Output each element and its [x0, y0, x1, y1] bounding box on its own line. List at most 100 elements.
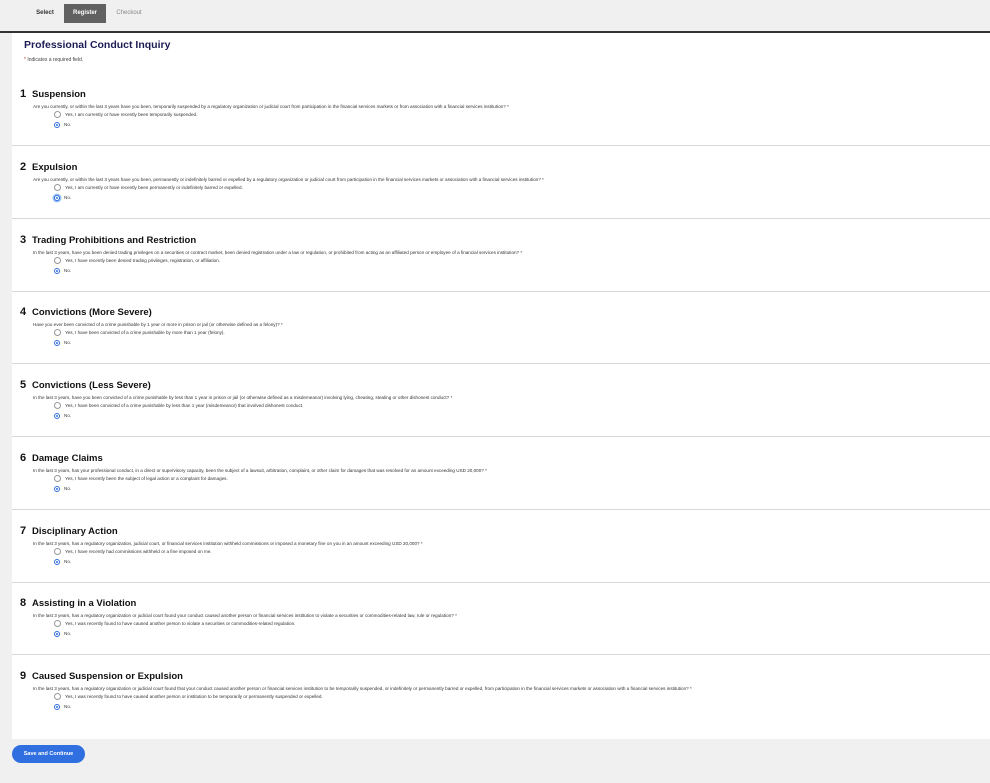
option-no[interactable]: No.: [54, 411, 71, 420]
option-yes[interactable]: Yes, I have recently had commissions wit…: [54, 547, 212, 556]
question-text: In the last 3 years, have you been denie…: [33, 250, 523, 255]
question-text: In the last 3 years, has a regulatory or…: [33, 613, 457, 618]
option-label: Yes, I am currently or have recently bee…: [65, 185, 243, 190]
option-label: Yes, I was recently found to have caused…: [65, 621, 296, 626]
required-note-text: Indicates a required field.: [25, 57, 84, 63]
option-label: No.: [64, 340, 72, 345]
radio-selected-icon[interactable]: [54, 194, 60, 201]
option-no[interactable]: No.: [54, 702, 71, 711]
section-header: 6 Damage Claims: [20, 450, 103, 464]
section-divider: [12, 582, 990, 583]
radio-unselected-icon[interactable]: [54, 184, 61, 191]
question-text: In the last 3 years, has a regulatory or…: [33, 686, 692, 691]
option-label: Yes, I have been convicted of a crime pu…: [65, 330, 225, 335]
question-text: Are you currently, or within the last 3 …: [33, 104, 509, 109]
option-yes[interactable]: Yes, I have been convicted of a crime pu…: [54, 328, 225, 337]
option-label: Yes, I have recently been denied trading…: [65, 258, 221, 263]
section-divider: [12, 654, 990, 655]
section-header: 8 Assisting in a Violation: [20, 595, 136, 609]
radio-selected-icon[interactable]: [54, 558, 60, 565]
section-divider: [12, 145, 990, 146]
option-label: No.: [64, 559, 72, 564]
section-header: 5 Convictions (Less Severe): [20, 377, 151, 391]
option-label: No.: [64, 195, 72, 200]
section-title: Convictions (More Severe): [32, 307, 152, 318]
option-yes[interactable]: Yes, I am currently or have recently bee…: [54, 183, 243, 192]
section-header: 4 Convictions (More Severe): [20, 304, 152, 318]
option-no[interactable]: No.: [54, 338, 71, 347]
section-title: Caused Suspension or Expulsion: [32, 671, 183, 682]
radio-unselected-icon[interactable]: [54, 257, 61, 264]
option-no[interactable]: No.: [54, 120, 71, 129]
section-divider: [12, 218, 990, 219]
option-no[interactable]: No.: [54, 557, 71, 566]
radio-selected-icon[interactable]: [54, 485, 60, 492]
section-number: 4: [20, 306, 27, 318]
section-number: 6: [20, 452, 27, 464]
option-label: No.: [64, 486, 72, 491]
radio-selected-icon[interactable]: [54, 412, 60, 419]
option-yes[interactable]: Yes, I have been convicted of a crime pu…: [54, 401, 303, 410]
tab-checkout: Checkout: [116, 10, 142, 16]
option-label: No.: [64, 631, 72, 636]
section-divider: [12, 436, 990, 437]
section-divider: [12, 509, 990, 510]
option-label: Yes, I have recently had commissions wit…: [65, 549, 212, 554]
radio-unselected-icon[interactable]: [54, 111, 61, 118]
question-text: In the last 3 years, has your profession…: [33, 468, 487, 473]
option-yes[interactable]: Yes, I was recently found to have caused…: [54, 692, 323, 701]
section-number: 7: [20, 525, 27, 537]
option-no[interactable]: No.: [54, 193, 71, 202]
radio-unselected-icon[interactable]: [54, 620, 61, 627]
section-header: 1 Suspension: [20, 86, 86, 100]
section-header: 7 Disciplinary Action: [20, 523, 118, 537]
radio-unselected-icon[interactable]: [54, 329, 61, 336]
section-title: Suspension: [32, 89, 86, 100]
page-title: Professional Conduct Inquiry: [24, 39, 171, 51]
option-no[interactable]: No.: [54, 629, 71, 638]
option-yes[interactable]: Yes, I have recently been denied trading…: [54, 256, 220, 265]
radio-unselected-icon[interactable]: [54, 693, 61, 700]
option-label: No.: [64, 122, 72, 127]
section-divider: [12, 363, 990, 364]
radio-unselected-icon[interactable]: [54, 548, 61, 555]
section-number: 1: [20, 88, 27, 100]
question-text: Have you ever been convicted of a crime …: [33, 322, 283, 327]
section-title: Trading Prohibitions and Restriction: [32, 235, 197, 246]
radio-selected-icon[interactable]: [54, 121, 60, 128]
option-yes[interactable]: Yes, I was recently found to have caused…: [54, 619, 295, 628]
option-label: No.: [64, 413, 72, 418]
question-text: In the last 3 years, has a regulatory or…: [33, 541, 423, 546]
section-number: 9: [20, 670, 27, 682]
section-title: Damage Claims: [32, 453, 103, 464]
option-yes[interactable]: Yes, I am currently or have recently bee…: [54, 110, 197, 119]
section-header: 9 Caused Suspension or Expulsion: [20, 668, 183, 682]
option-label: No.: [64, 704, 72, 709]
radio-selected-icon[interactable]: [54, 267, 60, 274]
option-yes[interactable]: Yes, I have recently been the subject of…: [54, 474, 228, 483]
step-tabs: Select Register Checkout: [0, 0, 990, 33]
radio-unselected-icon[interactable]: [54, 402, 61, 409]
section-title: Convictions (Less Severe): [32, 380, 151, 391]
radio-selected-icon[interactable]: [54, 703, 60, 710]
option-label: Yes, I was recently found to have caused…: [65, 694, 323, 699]
option-label: No.: [64, 268, 72, 273]
radio-selected-icon[interactable]: [54, 630, 60, 637]
option-label: Yes, I have recently been the subject of…: [65, 476, 228, 481]
radio-unselected-icon[interactable]: [54, 475, 61, 482]
tab-select[interactable]: Select: [28, 4, 62, 23]
section-title: Disciplinary Action: [32, 526, 118, 537]
section-number: 5: [20, 379, 27, 391]
option-label: Yes, I have been convicted of a crime pu…: [65, 403, 304, 408]
required-field-note: * Indicates a required field.: [24, 57, 83, 63]
inquiry-form: Professional Conduct Inquiry * Indicates…: [12, 33, 990, 739]
radio-selected-icon[interactable]: [54, 339, 60, 346]
option-no[interactable]: No.: [54, 484, 71, 493]
section-divider: [12, 291, 990, 292]
save-and-continue-button[interactable]: Save and Continue: [12, 745, 85, 763]
tab-register[interactable]: Register: [64, 4, 106, 23]
section-number: 2: [20, 161, 27, 173]
option-no[interactable]: No.: [54, 266, 71, 275]
section-number: 3: [20, 234, 27, 246]
section-header: 3 Trading Prohibitions and Restriction: [20, 232, 196, 246]
